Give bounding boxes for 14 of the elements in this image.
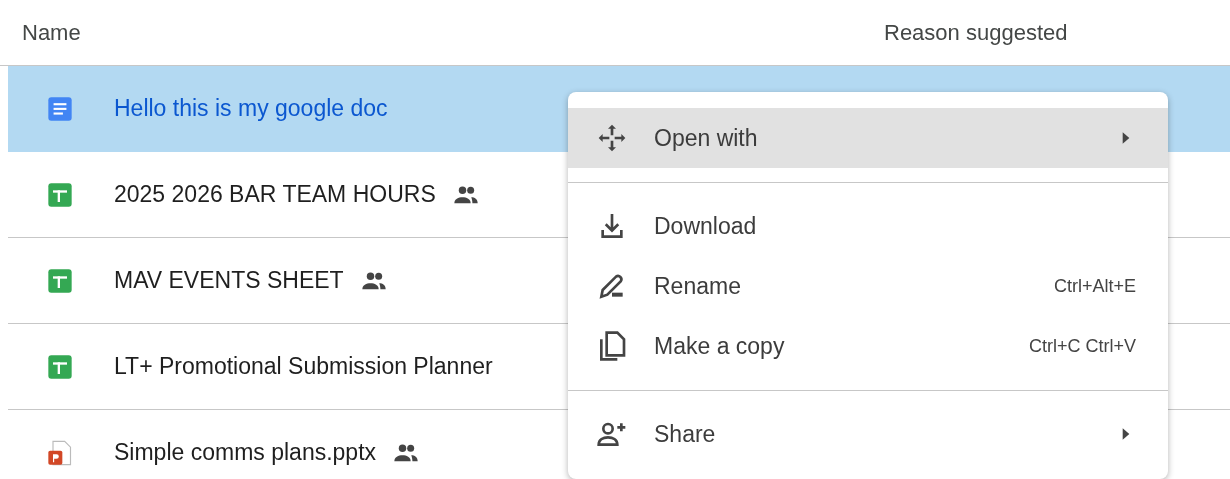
column-header: Name [21, 19, 82, 47]
menu-label: Rename [654, 271, 742, 301]
shortcut-text: Ctrl+Alt+E [1053, 274, 1136, 298]
shortcut-text: Ctrl+C Ctrl+V [1029, 334, 1136, 358]
menu-label: Make a copy [654, 331, 786, 361]
file-name: 2025 2026 BAR TEAM HOURS [114, 180, 436, 210]
file-name: Hello this is my google doc [114, 94, 388, 124]
menu-label: Download [654, 211, 758, 241]
column-header: Reason suggested [884, 19, 1068, 47]
file-name: MAV EVENTS SHEET [114, 266, 344, 296]
menu-label: Share [654, 419, 717, 449]
file-name: LT+ Promotional Submission Planner [114, 352, 493, 382]
menu-label: Open with [654, 123, 759, 153]
file-name: Simple comms plans.pptx [114, 438, 377, 468]
